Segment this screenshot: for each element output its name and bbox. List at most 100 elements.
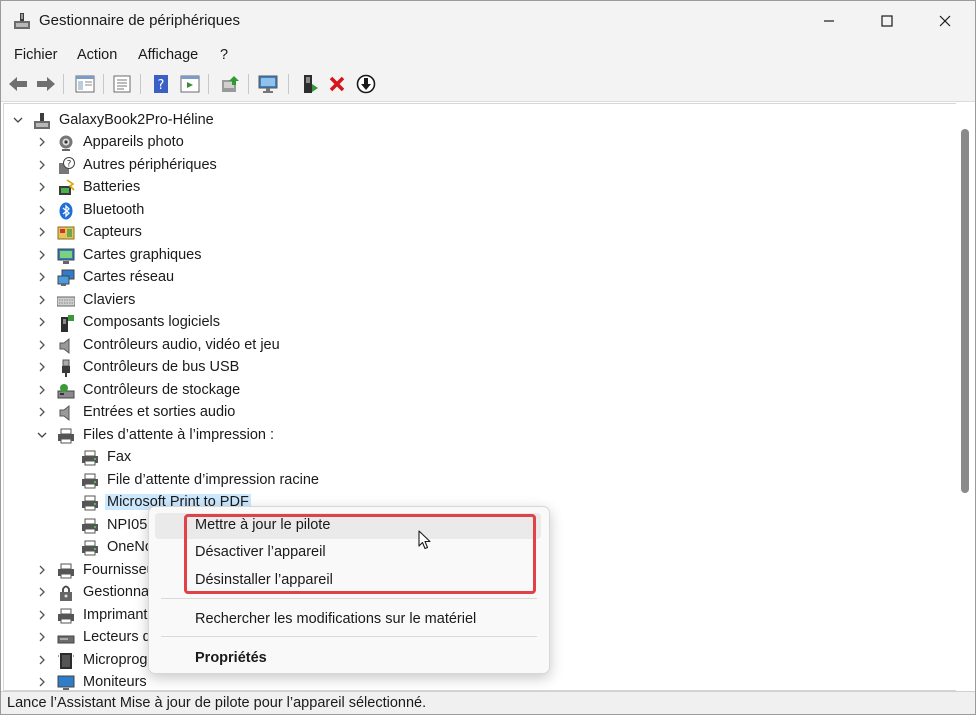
close-button[interactable]	[916, 1, 974, 41]
menu-item-properties[interactable]: Propriétés	[155, 646, 541, 672]
chevron-right-icon[interactable]	[36, 564, 48, 576]
chevron-right-icon[interactable]	[36, 676, 48, 688]
tree-item-label: Claviers	[83, 292, 136, 308]
tree-item-appareils-photo[interactable]: Appareils photo	[4, 132, 954, 154]
menu-separator	[161, 636, 537, 637]
printer-icon	[82, 473, 98, 489]
storage-controller-icon	[57, 384, 75, 399]
maximize-button[interactable]	[858, 1, 916, 41]
printer-icon	[82, 518, 98, 534]
speaker-icon	[59, 337, 70, 355]
tree-item-label: Moniteurs	[83, 674, 147, 690]
mouse-cursor-icon	[418, 530, 431, 550]
network-adapter-icon	[57, 269, 75, 286]
chevron-right-icon[interactable]	[36, 181, 48, 193]
tree-item-label: Composants logiciels	[83, 314, 221, 330]
forward-button[interactable]	[35, 73, 57, 95]
tree-item-batteries[interactable]: Batteries	[4, 177, 954, 199]
tree-root[interactable]: GalaxyBook2Pro-Héline	[4, 110, 954, 132]
tree-item-capteurs[interactable]: Capteurs	[4, 222, 954, 244]
chevron-right-icon[interactable]	[36, 631, 48, 643]
vertical-scrollbar[interactable]	[956, 103, 974, 691]
scrollbar-thumb[interactable]	[961, 129, 969, 493]
menu-item-label: Rechercher les modifications sur le maté…	[195, 611, 477, 627]
toolbar-separator	[140, 74, 141, 94]
tree-item-controleurs-stockage[interactable]: Contrôleurs de stockage	[4, 380, 954, 402]
chevron-down-icon[interactable]	[12, 114, 24, 126]
battery-icon	[59, 179, 75, 195]
chevron-right-icon[interactable]	[36, 136, 48, 148]
tree-item-label: Batteries	[83, 179, 141, 195]
chevron-right-icon[interactable]	[36, 586, 48, 598]
chevron-right-icon[interactable]	[36, 316, 48, 328]
disable-device-button[interactable]	[355, 73, 377, 95]
tree-item-cartes-graphiques[interactable]: Cartes graphiques	[4, 245, 954, 267]
add-hardware-button[interactable]	[298, 73, 320, 95]
annotation-highlight-box	[184, 514, 536, 594]
usb-icon	[62, 359, 70, 377]
chevron-right-icon[interactable]	[36, 249, 48, 261]
tree-item-bluetooth[interactable]: Bluetooth	[4, 200, 954, 222]
menu-help[interactable]: ?	[220, 47, 228, 63]
toolbar-separator	[208, 74, 209, 94]
window-title: Gestionnaire de périphériques	[39, 12, 240, 29]
chevron-right-icon[interactable]	[36, 271, 48, 283]
tree-item-label: Autres périphériques	[83, 157, 217, 173]
tree-item-claviers[interactable]: Claviers	[4, 290, 954, 312]
tree-child-fax[interactable]: Fax	[4, 447, 954, 469]
back-arrow-icon	[9, 77, 27, 91]
tree-item-entrees-sorties-audio[interactable]: Entrées et sorties audio	[4, 402, 954, 424]
disk-drive-icon	[57, 635, 75, 644]
minimize-icon	[824, 20, 834, 22]
toolbar: ?	[1, 69, 975, 102]
tree-item-label: Cartes graphiques	[83, 247, 202, 263]
forward-arrow-icon	[37, 77, 55, 91]
chevron-right-icon[interactable]	[36, 339, 48, 351]
bluetooth-icon	[59, 202, 73, 220]
chevron-right-icon[interactable]	[36, 609, 48, 621]
chevron-right-icon[interactable]	[36, 226, 48, 238]
chevron-right-icon[interactable]	[36, 204, 48, 216]
unknown-device-icon: ?	[59, 157, 75, 174]
chevron-right-icon[interactable]	[36, 654, 48, 666]
tree-child-file-racine[interactable]: File d’attente d’impression racine	[4, 470, 954, 492]
chevron-right-icon[interactable]	[36, 406, 48, 418]
show-hide-tree-button[interactable]	[74, 73, 96, 95]
help-button[interactable]: ?	[150, 73, 172, 95]
tree-item-moniteurs[interactable]: Moniteurs	[4, 672, 954, 690]
update-driver-button[interactable]	[219, 73, 241, 95]
chevron-right-icon[interactable]	[36, 294, 48, 306]
menu-item-scan-hardware[interactable]: Rechercher les modifications sur le maté…	[155, 607, 541, 633]
action-pane-button[interactable]	[179, 73, 201, 95]
update-driver-icon	[222, 76, 239, 92]
properties-icon	[113, 75, 131, 93]
tree-item-label: Bluetooth	[83, 202, 145, 218]
chevron-right-icon[interactable]	[36, 384, 48, 396]
tree-child-label: File d’attente d’impression racine	[107, 472, 319, 488]
help-icon: ?	[154, 75, 168, 93]
svg-text:?: ?	[158, 78, 165, 93]
properties-button[interactable]	[111, 73, 133, 95]
tree-item-controleurs-audio[interactable]: Contrôleurs audio, vidéo et jeu	[4, 335, 954, 357]
uninstall-device-button[interactable]	[326, 73, 348, 95]
chevron-right-icon[interactable]	[36, 361, 48, 373]
minimize-button[interactable]	[800, 1, 858, 41]
tree-item-label: Contrôleurs de stockage	[83, 382, 241, 398]
tree-child-label: Fax	[107, 449, 132, 465]
toolbar-separator	[63, 74, 64, 94]
tree-item-autres-peripheriques[interactable]: ? Autres périphériques	[4, 155, 954, 177]
scan-hardware-button[interactable]	[258, 73, 280, 95]
tree-item-label: Appareils photo	[83, 134, 184, 150]
menu-action[interactable]: Action	[77, 47, 117, 63]
sensor-icon	[57, 226, 75, 240]
back-button[interactable]	[7, 73, 29, 95]
tree-item-files-attente-impression[interactable]: Files d’attente à l’impression :	[4, 425, 954, 447]
tree-item-controleurs-usb[interactable]: Contrôleurs de bus USB	[4, 357, 954, 379]
menu-fichier[interactable]: Fichier	[14, 47, 58, 63]
show-hide-console-tree-icon	[75, 75, 95, 93]
chevron-right-icon[interactable]	[36, 159, 48, 171]
tree-item-cartes-reseau[interactable]: Cartes réseau	[4, 267, 954, 289]
tree-item-composants-logiciels[interactable]: Composants logiciels	[4, 312, 954, 334]
chevron-down-icon[interactable]	[36, 429, 48, 441]
menu-affichage[interactable]: Affichage	[138, 47, 198, 63]
